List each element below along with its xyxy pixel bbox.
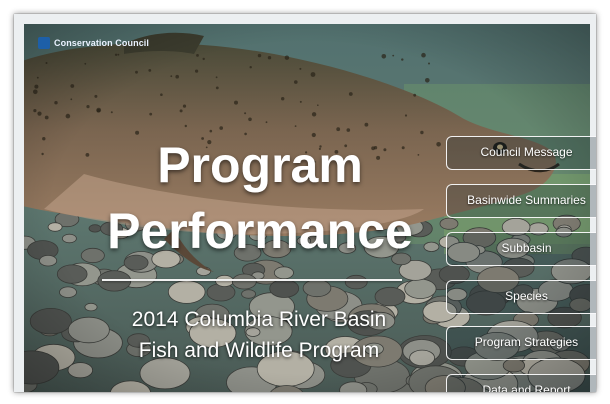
page-subtitle-line-1: 2014 Columbia River Basin: [131, 308, 387, 331]
council-logo-icon: [38, 37, 50, 49]
brand-name: Conservation Council: [54, 38, 150, 48]
page-subtitle-line-2: Fish and Wildlife Program: [138, 339, 380, 362]
title-divider: [102, 279, 402, 281]
page-title: Program Performance: [74, 132, 446, 264]
page-title-line-1: Program: [157, 137, 363, 193]
basinwide-summaries-button[interactable]: Basinwide Summaries: [446, 184, 596, 218]
page-subtitle: 2014 Columbia River Basin Fish and Wildl…: [64, 304, 454, 366]
brand-header: Conservation Council: [38, 36, 149, 50]
species-button[interactable]: Species: [446, 280, 596, 314]
subbasin-button[interactable]: Subbasin: [446, 232, 596, 266]
program-strategies-button[interactable]: Program Strategies: [446, 326, 596, 360]
data-and-report-button[interactable]: Data and Report: [446, 374, 596, 392]
council-message-button[interactable]: Council Message: [446, 136, 596, 170]
page-title-line-2: Performance: [107, 203, 413, 259]
app-frame: Conservation Council Program Performance…: [14, 14, 596, 392]
